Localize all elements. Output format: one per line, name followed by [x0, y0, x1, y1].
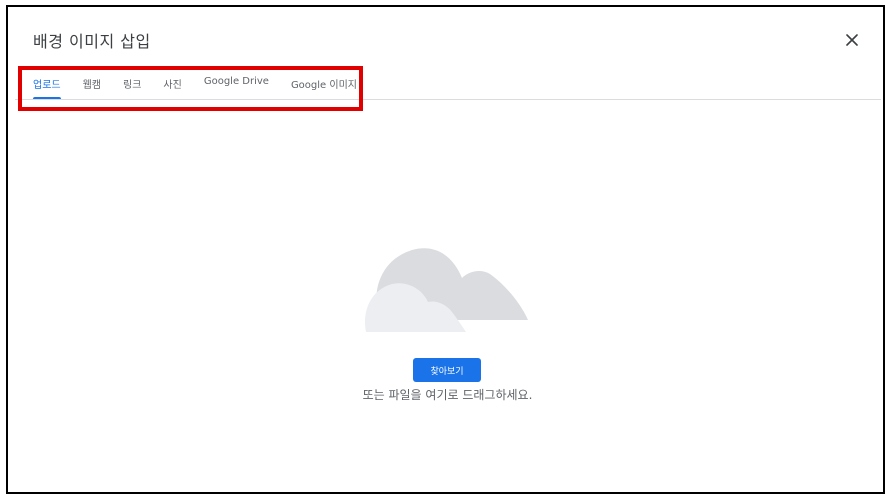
tab-bar: 업로드 웹캠 링크 사진 Google Drive Google 이미지: [22, 68, 368, 100]
tab-link[interactable]: 링크: [112, 68, 152, 100]
tab-divider: [15, 99, 881, 100]
drop-hint-text: 또는 파일을 여기로 드래그하세요.: [362, 388, 533, 402]
tab-photos[interactable]: 사진: [152, 68, 192, 100]
tab-google-images[interactable]: Google 이미지: [280, 68, 368, 100]
close-button[interactable]: [842, 30, 862, 50]
tab-webcam[interactable]: 웹캠: [72, 68, 112, 100]
tab-upload[interactable]: 업로드: [22, 68, 72, 100]
tab-google-drive[interactable]: Google Drive: [193, 68, 280, 100]
dialog-title: 배경 이미지 삽입: [33, 32, 151, 51]
cloud-icon: [365, 248, 528, 332]
browse-button[interactable]: 찾아보기: [413, 358, 481, 382]
close-icon: [846, 34, 858, 46]
